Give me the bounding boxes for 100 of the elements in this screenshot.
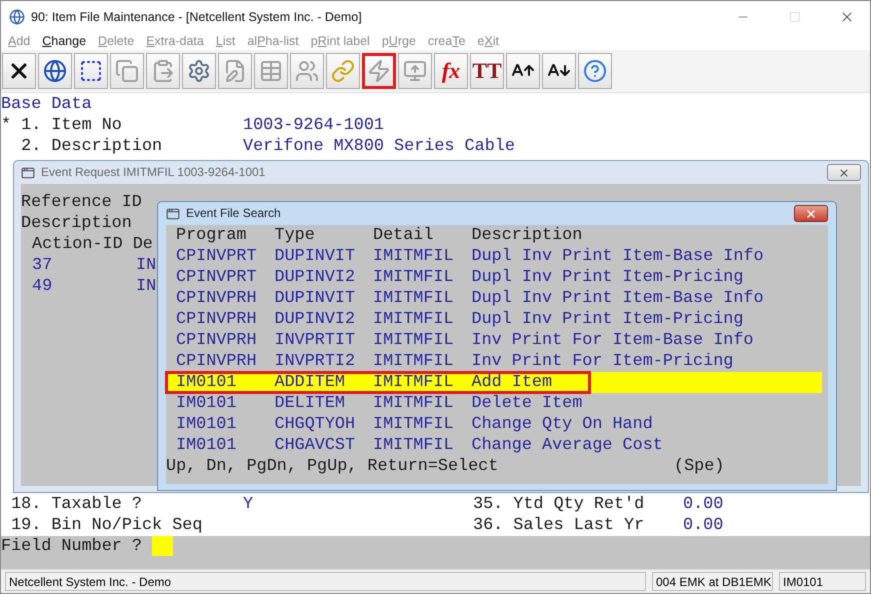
table-cell-text: ADDITEM — [274, 372, 346, 393]
people-icon — [295, 59, 319, 83]
table-row[interactable]: CPINVPRH DUPINVI2 IMITMFIL Dupl Inv Print Item-Pricing — [166, 309, 822, 330]
table-row[interactable]: CPINVPRT DUPINVI2 IMITMFIL Dupl Inv Print Item-Pricing — [166, 267, 822, 288]
table-cell: Delete Item — [472, 393, 582, 414]
paste-icon — [151, 59, 175, 83]
table-cell-text: CPINVPRH — [176, 330, 258, 351]
column-header: Description — [472, 225, 582, 246]
table-cell: Inv Print For Item-Base Info — [472, 330, 754, 351]
table-cell-text: DUPINVIT — [274, 246, 356, 267]
key-hint: Up, Dn, PgDn, PgUp, Return=Select — [166, 456, 500, 477]
table-cell-text: IMITMFIL — [373, 330, 455, 351]
column-header: Action-ID De — [31, 234, 153, 255]
chain-link-icon — [331, 59, 355, 83]
table-row[interactable]: CPINVPRH INVPRTI2 IMITMFIL Inv Print For Item-Pricing — [166, 351, 822, 372]
window-icon — [21, 166, 35, 180]
close-button[interactable] — [794, 205, 828, 222]
field-label: 2. Description — [20, 136, 164, 157]
pencil-page-icon — [223, 59, 247, 83]
copy-icon — [115, 59, 139, 83]
toolbar-button[interactable] — [506, 53, 540, 89]
field-label: * 1. Item No — [1, 115, 123, 136]
field-value: Verifone MX800 Series Cable — [243, 136, 515, 157]
table-row[interactable]: IM0101 CHGQTYOH IMITMFIL Change Qty On Hand — [166, 414, 822, 435]
field-label: 35. Ytd Qty Ret'd — [473, 494, 646, 515]
table-cell-text: CPINVPRH — [176, 351, 258, 372]
close-icon — [805, 208, 817, 220]
table-cell-text: IMITMFIL — [373, 288, 455, 309]
window-title: 90: Item File Maintenance - [Netcellent System Inc. - Demo] — [31, 10, 363, 24]
table-cell-text: IM0101 — [176, 435, 238, 456]
globe-icon — [43, 59, 67, 83]
field-value: Y — [243, 494, 254, 515]
field-value: 1003-9264-1001 — [243, 115, 384, 136]
field-label: 36. Sales Last Yr — [473, 515, 646, 536]
window-icon — [166, 206, 180, 220]
table-cell-text: DUPINVI2 — [274, 309, 356, 330]
lightning-icon — [367, 59, 391, 83]
column-header: Type — [274, 225, 316, 246]
table-row[interactable]: IM0101 CHGAVCST IMITMFIL Change Average Cost — [166, 435, 822, 456]
table-cell-text: IMITMFIL — [373, 435, 455, 456]
table-cell-text: CPINVPRT — [176, 246, 258, 267]
table-cell-text: 37 — [31, 255, 54, 276]
table-cell-text: IMITMFIL — [373, 309, 455, 330]
table-cell: Inv Print For Item-Pricing — [472, 351, 734, 372]
table-cell-text: CPINVPRH — [176, 309, 258, 330]
field-label: Description — [21, 213, 132, 234]
table-cell: Dupl Inv Print Item-Pricing — [472, 309, 744, 330]
section-heading: Base Data — [1, 94, 92, 115]
table-row[interactable]: IM0101 ADDITEM IMITMFIL Add Item — [166, 372, 822, 393]
close-button[interactable] — [827, 164, 861, 181]
table-cell-text: CPINVPRH — [176, 288, 258, 309]
field-label: 18. Taxable ? — [10, 494, 143, 515]
table-cell-text: DELITEM — [274, 393, 346, 414]
table-cell-text: IMITMFIL — [373, 351, 455, 372]
table-cell: Add Item — [472, 372, 552, 393]
table-row[interactable]: CPINVPRT DUPINVIT IMITMFIL Dupl Inv Print Item-Base Info — [166, 246, 822, 267]
field-value: 0.00 — [683, 494, 724, 515]
toolbar-button[interactable] — [74, 53, 108, 89]
table-row[interactable]: CPINVPRH DUPINVIT IMITMFIL Dupl Inv Print Item-Base Info — [166, 288, 822, 309]
table-cell: Dupl Inv Print Item-Base Info — [472, 288, 764, 309]
toolbar-button[interactable]: TT — [470, 53, 504, 89]
screen-arrow-icon — [403, 59, 427, 83]
field-label: Reference ID — [21, 192, 142, 213]
table-cell-text: INVPRTIT — [274, 330, 356, 351]
toolbar-button[interactable] — [542, 53, 576, 89]
table-cell-text: INVPRTI2 — [274, 351, 356, 372]
table-cell-text: IM0101 — [176, 414, 238, 435]
table-cell-text: DUPINVIT — [274, 288, 356, 309]
toolbar-button[interactable] — [2, 53, 36, 89]
table-row[interactable]: IM0101 DELITEM IMITMFIL Delete Item — [166, 393, 822, 414]
table-row[interactable]: CPINVPRH INVPRTIT IMITMFIL Inv Print For Item-Base Info — [166, 330, 822, 351]
table-cell: Dupl Inv Print Item-Pricing — [472, 267, 744, 288]
table-cell: Change Qty On Hand — [472, 414, 653, 435]
status-pane: 004 EMK at DB1EMK — [652, 572, 773, 591]
table-cell-text: 49 — [31, 276, 54, 297]
prompt-label: Field Number ? — [1, 536, 142, 557]
table-cell-text: CHGQTYOH — [274, 414, 356, 435]
settings-icon — [187, 59, 211, 83]
table-cell: Change Average Cost — [472, 435, 663, 456]
table-cell-text: IMITMFIL — [373, 267, 455, 288]
dialog-title: Event File Search — [186, 205, 281, 222]
toolbar-button[interactable]: fx — [434, 53, 468, 89]
table-cell-text: IMITMFIL — [373, 246, 455, 267]
status-pane: Netcellent System Inc. - Demo — [5, 572, 646, 591]
table-cell-text: IM0101 — [176, 393, 238, 414]
table-cell-text: IMITMFIL — [373, 393, 455, 414]
table-cell: Dupl Inv Print Item-Base Info — [472, 246, 764, 267]
table-cell: IN — [136, 255, 156, 276]
menu-item[interactable]: Change — [42, 34, 86, 48]
input-field[interactable] — [152, 536, 173, 556]
table-cell-text: DUPINVI2 — [274, 267, 356, 288]
dashed-square-icon — [79, 59, 103, 83]
column-header: Detail — [373, 225, 434, 246]
dialog-title: Event Request IMITMFIL 1003-9264-1001 — [41, 164, 266, 181]
field-label: 19. Bin No/Pick Seq — [10, 515, 204, 536]
field-value: 0.00 — [683, 515, 724, 536]
table-cell-text: IMITMFIL — [373, 372, 455, 393]
toolbar-button[interactable] — [38, 53, 72, 89]
close-icon — [838, 166, 850, 178]
table-cell-text: CHGAVCST — [274, 435, 356, 456]
